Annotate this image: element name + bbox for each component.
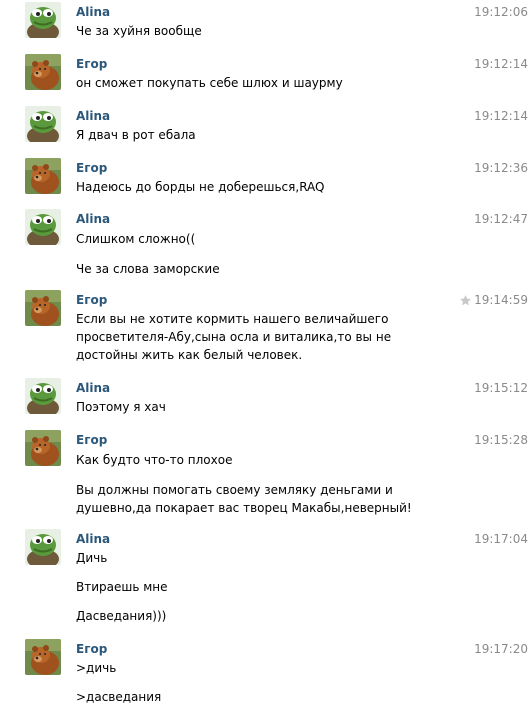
message-author[interactable]: Alina [76,212,110,226]
message-author[interactable]: Егор [76,293,107,307]
message-time: 19:12:06 [474,5,528,19]
bear-avatar-icon[interactable] [25,290,61,326]
bear-avatar-icon[interactable] [25,54,61,90]
message-time: 19:12:14 [474,57,528,71]
message-author[interactable]: Alina [76,109,110,123]
message-author[interactable]: Alina [76,532,110,546]
message-text: Че за слова заморские [76,262,220,276]
bear-avatar-icon[interactable] [25,639,61,675]
message-text: Дичь [76,551,108,565]
star-icon[interactable] [459,294,472,307]
bear-avatar-icon[interactable] [25,158,61,194]
message-time: 19:17:20 [474,642,528,656]
message-author[interactable]: Alina [76,381,110,395]
message-time: 19:15:28 [474,433,528,447]
message-author[interactable]: Егор [76,161,107,175]
message-text: он сможет покупать себе шлюх и шаурму [76,76,343,90]
message-author[interactable]: Alina [76,5,110,19]
message-author[interactable]: Егор [76,642,107,656]
message-text: >дасведания [76,690,162,704]
message-time: 19:12:36 [474,161,528,175]
message-text: Че за хуйня вообще [76,24,202,38]
message-text: Поэтому я хач [76,400,166,414]
message-author[interactable]: Егор [76,57,107,71]
message-text: Надеюсь до борды не доберешься,RAQ [76,180,325,194]
message-text: Дасведания))) [76,609,167,623]
message-text: Втираешь мне [76,580,168,594]
chat-history: Alina 19:12:06 Че за хуйня вообще Егор 1… [0,0,530,709]
message-text: Вы должны помогать своему земляку деньга… [76,483,412,515]
message-time: 19:17:04 [474,532,528,546]
message-text: Как будто что-то плохое [76,453,233,467]
bear-avatar-icon[interactable] [25,430,61,466]
message-text: Я двач в рот ебала [76,128,196,142]
frog-avatar-icon[interactable] [25,2,61,38]
frog-avatar-icon[interactable] [25,529,61,565]
message-time: 19:12:47 [474,212,528,226]
message-time: 19:15:12 [474,381,528,395]
frog-avatar-icon[interactable] [25,106,61,142]
message-time: 19:14:59 [474,293,528,307]
frog-avatar-icon[interactable] [25,378,61,414]
message-author[interactable]: Егор [76,433,107,447]
message-time: 19:12:14 [474,109,528,123]
message-text: >дичь [76,661,117,675]
frog-avatar-icon[interactable] [25,209,61,245]
message-text: Слишком сложно(( [76,232,196,246]
message-text: Если вы не хотите кормить нашего величай… [76,312,395,362]
